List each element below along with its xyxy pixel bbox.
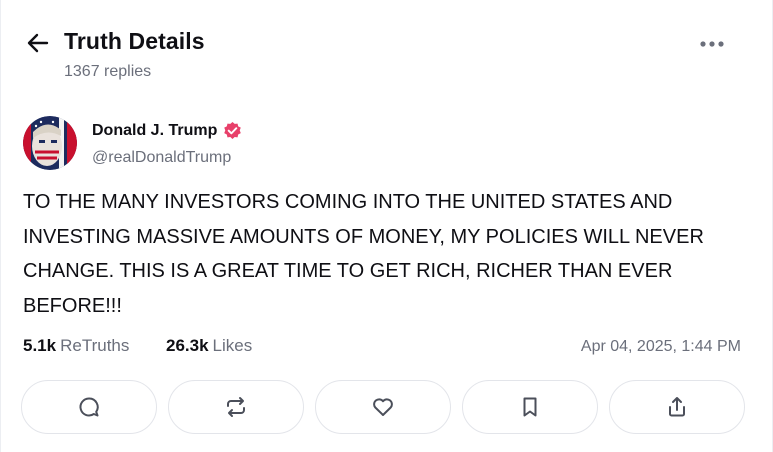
back-button[interactable] [25,30,51,56]
action-bar [21,380,745,434]
page-title: Truth Details [64,28,205,54]
bookmark-button[interactable] [462,380,598,434]
likes-stat[interactable]: 26.3k Likes [166,336,252,356]
avatar-image [23,116,77,170]
retruth-icon [227,397,245,417]
author-name-row: Donald J. Trump [92,121,242,140]
retruth-button[interactable] [168,380,304,434]
post-author: Donald J. Trump @realDonaldTrump [23,116,423,172]
verified-badge-icon [224,121,242,140]
share-button[interactable] [609,380,745,434]
post-timestamp: Apr 04, 2025, 1:44 PM [580,338,741,355]
likes-label: Likes [212,336,253,355]
likes-count: 26.3k [166,336,209,355]
reply-button[interactable] [21,380,157,434]
post-stats: 5.1k ReTruths 26.3k Likes Apr 04, 2025, 1:… [23,336,745,360]
avatar[interactable] [23,116,77,170]
retruths-label: ReTruths [60,336,130,355]
like-button[interactable] [315,380,451,434]
author-name[interactable]: Donald J. Trump [92,122,217,140]
retruths-count: 5.1k [23,336,57,355]
author-handle[interactable]: @realDonaldTrump [92,149,231,167]
post-detail-page: Truth Details 1367 replies Donald J. Tru… [0,0,773,452]
more-horizontal-icon [700,41,724,47]
bookmark-icon [523,397,537,417]
share-icon [669,397,685,417]
like-icon [373,398,393,416]
reply-icon [79,397,99,417]
arrow-left-icon [27,33,49,53]
post-body: TO THE MANY INVESTORS COMING INTO THE UN… [23,191,704,317]
replies-count: 1367 replies [64,63,152,80]
more-options-button[interactable] [697,32,727,56]
retruths-stat[interactable]: 5.1k ReTruths [23,336,129,356]
header: Truth Details 1367 replies [1,0,773,100]
